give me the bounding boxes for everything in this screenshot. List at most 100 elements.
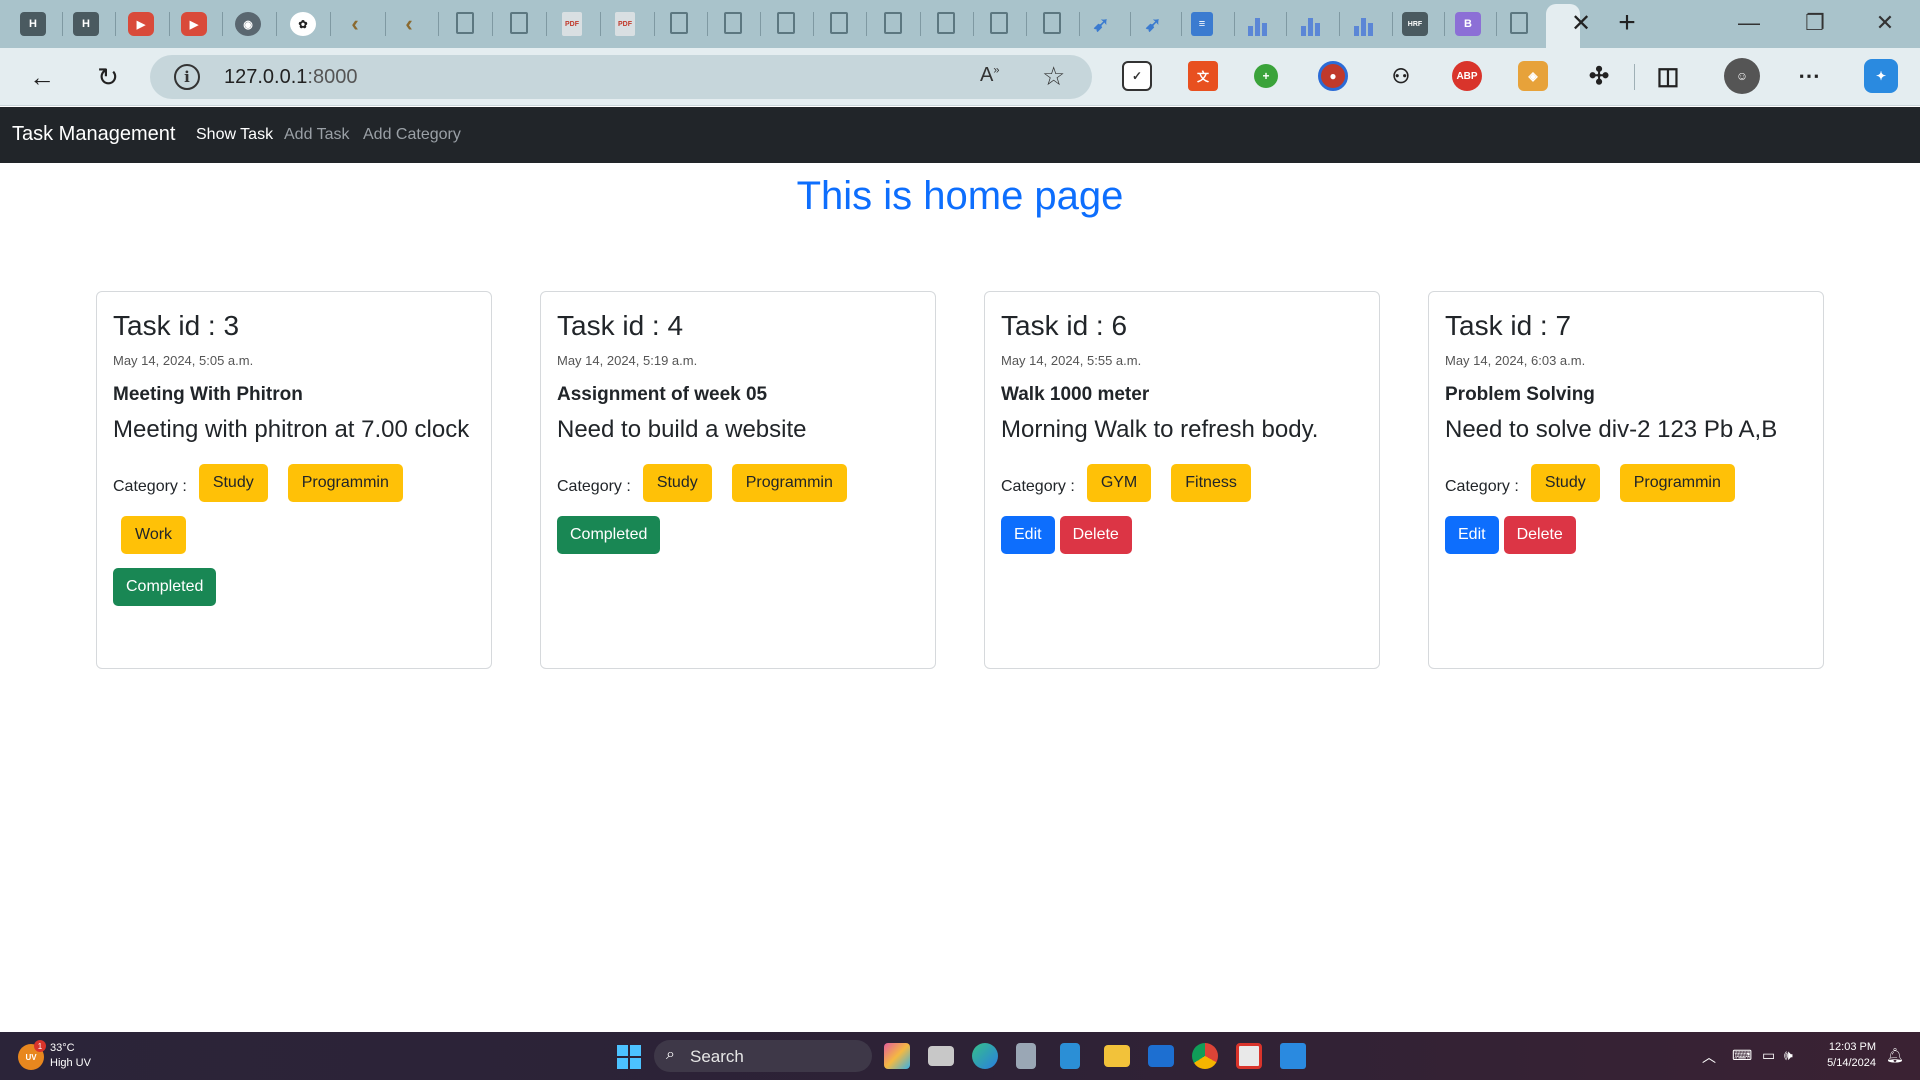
adblock-plus-icon[interactable]: ABP bbox=[1452, 61, 1482, 91]
tab-back-arrow-icon[interactable]: ‹ bbox=[342, 11, 368, 36]
favorite-star-icon[interactable]: ☆ bbox=[1042, 61, 1065, 92]
windows-taskbar: UV 1 33°C High UV ⌕ Search ︿ ⌨ ▭ 🕪 12:03… bbox=[0, 1032, 1920, 1080]
new-tab-icon[interactable]: + bbox=[1612, 6, 1642, 39]
task-view-icon[interactable] bbox=[928, 1046, 954, 1066]
chrome-icon[interactable] bbox=[1192, 1043, 1218, 1069]
tab-page-icon[interactable] bbox=[510, 12, 528, 34]
site-info-icon[interactable]: i bbox=[174, 64, 200, 90]
weather-description[interactable]: High UV bbox=[50, 1057, 91, 1069]
nav-link-show-task[interactable]: Show Task bbox=[196, 126, 273, 144]
snipping-tool-icon[interactable] bbox=[1236, 1043, 1262, 1069]
address-url[interactable]: 127.0.0.1:8000 bbox=[224, 66, 357, 89]
close-tab-icon[interactable]: ✕ bbox=[1566, 8, 1596, 38]
copilot-app-icon[interactable] bbox=[884, 1043, 910, 1069]
category-badge: Study bbox=[642, 464, 712, 502]
task-card: Task id : 7 May 14, 2024, 6:03 a.m. Prob… bbox=[1428, 291, 1824, 669]
task-card-description: Meeting with phitron at 7.00 clock bbox=[113, 416, 470, 443]
navbar-brand[interactable]: Task Management bbox=[12, 123, 175, 146]
tab-page-icon[interactable] bbox=[777, 12, 795, 34]
delete-button[interactable]: Delete bbox=[1059, 516, 1132, 554]
show-hidden-icons-chevron-icon[interactable]: ︿ bbox=[1702, 1047, 1716, 1067]
edit-button[interactable]: Edit bbox=[1001, 516, 1055, 554]
tab-youtube-icon[interactable]: ▶ bbox=[181, 12, 207, 36]
back-arrow-icon[interactable]: ← bbox=[25, 60, 59, 94]
calculator-icon[interactable] bbox=[1016, 1043, 1036, 1069]
translate-extension-icon[interactable]: 文 bbox=[1188, 61, 1218, 91]
tab-github-icon[interactable]: ◉ bbox=[235, 12, 261, 36]
tab-pdf-icon[interactable]: PDF bbox=[562, 12, 582, 36]
add-extension-icon[interactable]: + bbox=[1254, 64, 1278, 88]
tab-chatgpt-icon[interactable]: ✿ bbox=[290, 12, 316, 36]
edit-button[interactable]: Edit bbox=[1445, 516, 1499, 554]
tab-page-icon[interactable] bbox=[830, 12, 848, 34]
edge-browser-icon[interactable] bbox=[972, 1043, 998, 1069]
tab-page-icon[interactable] bbox=[1510, 12, 1528, 34]
task-card-title: Task id : 4 bbox=[557, 310, 684, 341]
tab-separator bbox=[1286, 12, 1287, 36]
notepad-icon[interactable] bbox=[1060, 1043, 1080, 1069]
search-icon: ⌕ bbox=[666, 1046, 675, 1063]
clock-time[interactable]: 12:03 PM bbox=[1800, 1041, 1876, 1053]
nav-link-add-category[interactable]: Add Category bbox=[363, 126, 461, 144]
mail-icon[interactable] bbox=[1148, 1045, 1174, 1067]
tab-google-docs-icon[interactable]: ≡ bbox=[1191, 12, 1213, 36]
tab-page-icon[interactable] bbox=[456, 12, 474, 34]
clock-date[interactable]: 5/14/2024 bbox=[1800, 1057, 1876, 1069]
category-badge: Programmin bbox=[731, 464, 847, 502]
extensions-puzzle-icon[interactable]: ✣ bbox=[1584, 61, 1614, 91]
tab-bootstrap-icon[interactable]: B bbox=[1455, 12, 1481, 36]
taskbar-search[interactable]: ⌕ Search bbox=[654, 1040, 872, 1072]
vscode-icon[interactable] bbox=[1280, 1043, 1306, 1069]
spy-extension-icon[interactable]: ⚇ bbox=[1386, 61, 1416, 91]
reload-icon[interactable]: ↻ bbox=[91, 60, 125, 94]
volume-icon[interactable]: 🕪 bbox=[1784, 1047, 1793, 1064]
close-window-icon[interactable]: ✕ bbox=[1860, 6, 1910, 40]
colorful-extension-icon[interactable]: ◈ bbox=[1518, 61, 1548, 91]
read-aloud-icon[interactable]: A» bbox=[980, 64, 999, 87]
restore-window-icon[interactable]: ❐ bbox=[1790, 6, 1840, 40]
tab-separator bbox=[546, 12, 547, 36]
task-card-title: Task id : 3 bbox=[113, 310, 240, 341]
tab-pdf-icon[interactable]: PDF bbox=[615, 12, 635, 36]
tab-chart-icon[interactable] bbox=[1244, 12, 1270, 36]
tab-page-icon[interactable] bbox=[884, 12, 902, 34]
category-label: Category : bbox=[1001, 478, 1075, 495]
keyboard-icon[interactable]: ⌨ bbox=[1732, 1047, 1752, 1064]
notifications-bell-icon[interactable]: 🔔︎ bbox=[1886, 1047, 1904, 1064]
tab-page-icon[interactable] bbox=[1043, 12, 1061, 34]
weather-temperature[interactable]: 33°C bbox=[50, 1042, 75, 1054]
tab-page-icon[interactable] bbox=[937, 12, 955, 34]
tab-hackerrank-icon[interactable]: H bbox=[20, 12, 46, 36]
tab-power-automate-icon[interactable]: ➹ bbox=[1140, 12, 1166, 36]
minimize-window-icon[interactable]: — bbox=[1724, 6, 1774, 40]
address-bar[interactable]: i 127.0.0.1:8000 A» ☆ bbox=[150, 55, 1092, 99]
network-icon[interactable]: ▭ bbox=[1762, 1047, 1775, 1064]
delete-button[interactable]: Delete bbox=[1503, 516, 1576, 554]
tab-separator bbox=[1444, 12, 1445, 36]
tab-page-icon[interactable] bbox=[670, 12, 688, 34]
tab-youtube-icon[interactable]: ▶ bbox=[128, 12, 154, 36]
profile-avatar[interactable]: ☺ bbox=[1724, 58, 1760, 94]
tab-separator bbox=[1392, 12, 1393, 36]
brave-shield-icon[interactable]: ✓ bbox=[1122, 61, 1152, 91]
tab-back-arrow-icon[interactable]: ‹ bbox=[396, 11, 422, 36]
completed-button[interactable]: Completed bbox=[113, 568, 217, 606]
nav-link-add-task[interactable]: Add Task bbox=[284, 126, 350, 144]
tab-chart-icon[interactable] bbox=[1350, 12, 1376, 36]
copilot-icon[interactable]: ✦ bbox=[1864, 59, 1898, 93]
tab-page-icon[interactable] bbox=[724, 12, 742, 34]
file-explorer-icon[interactable] bbox=[1104, 1045, 1130, 1067]
color-picker-extension-icon[interactable]: ● bbox=[1318, 61, 1348, 91]
tab-page-icon[interactable] bbox=[990, 12, 1008, 34]
completed-button[interactable]: Completed bbox=[557, 516, 661, 554]
windows-start-icon[interactable] bbox=[617, 1045, 641, 1069]
tab-power-automate-icon[interactable]: ➹ bbox=[1088, 12, 1114, 36]
tab-separator bbox=[169, 12, 170, 36]
tab-hrf-icon[interactable]: HRF bbox=[1402, 12, 1428, 36]
tab-hackerrank-icon[interactable]: H bbox=[73, 12, 99, 36]
more-options-icon[interactable]: ⋯ bbox=[1794, 61, 1824, 91]
tab-chart-icon[interactable] bbox=[1297, 12, 1323, 36]
tab-separator bbox=[973, 12, 974, 36]
split-screen-icon[interactable]: ◫ bbox=[1653, 61, 1683, 91]
task-card-heading: Meeting With Phitron bbox=[113, 384, 303, 405]
